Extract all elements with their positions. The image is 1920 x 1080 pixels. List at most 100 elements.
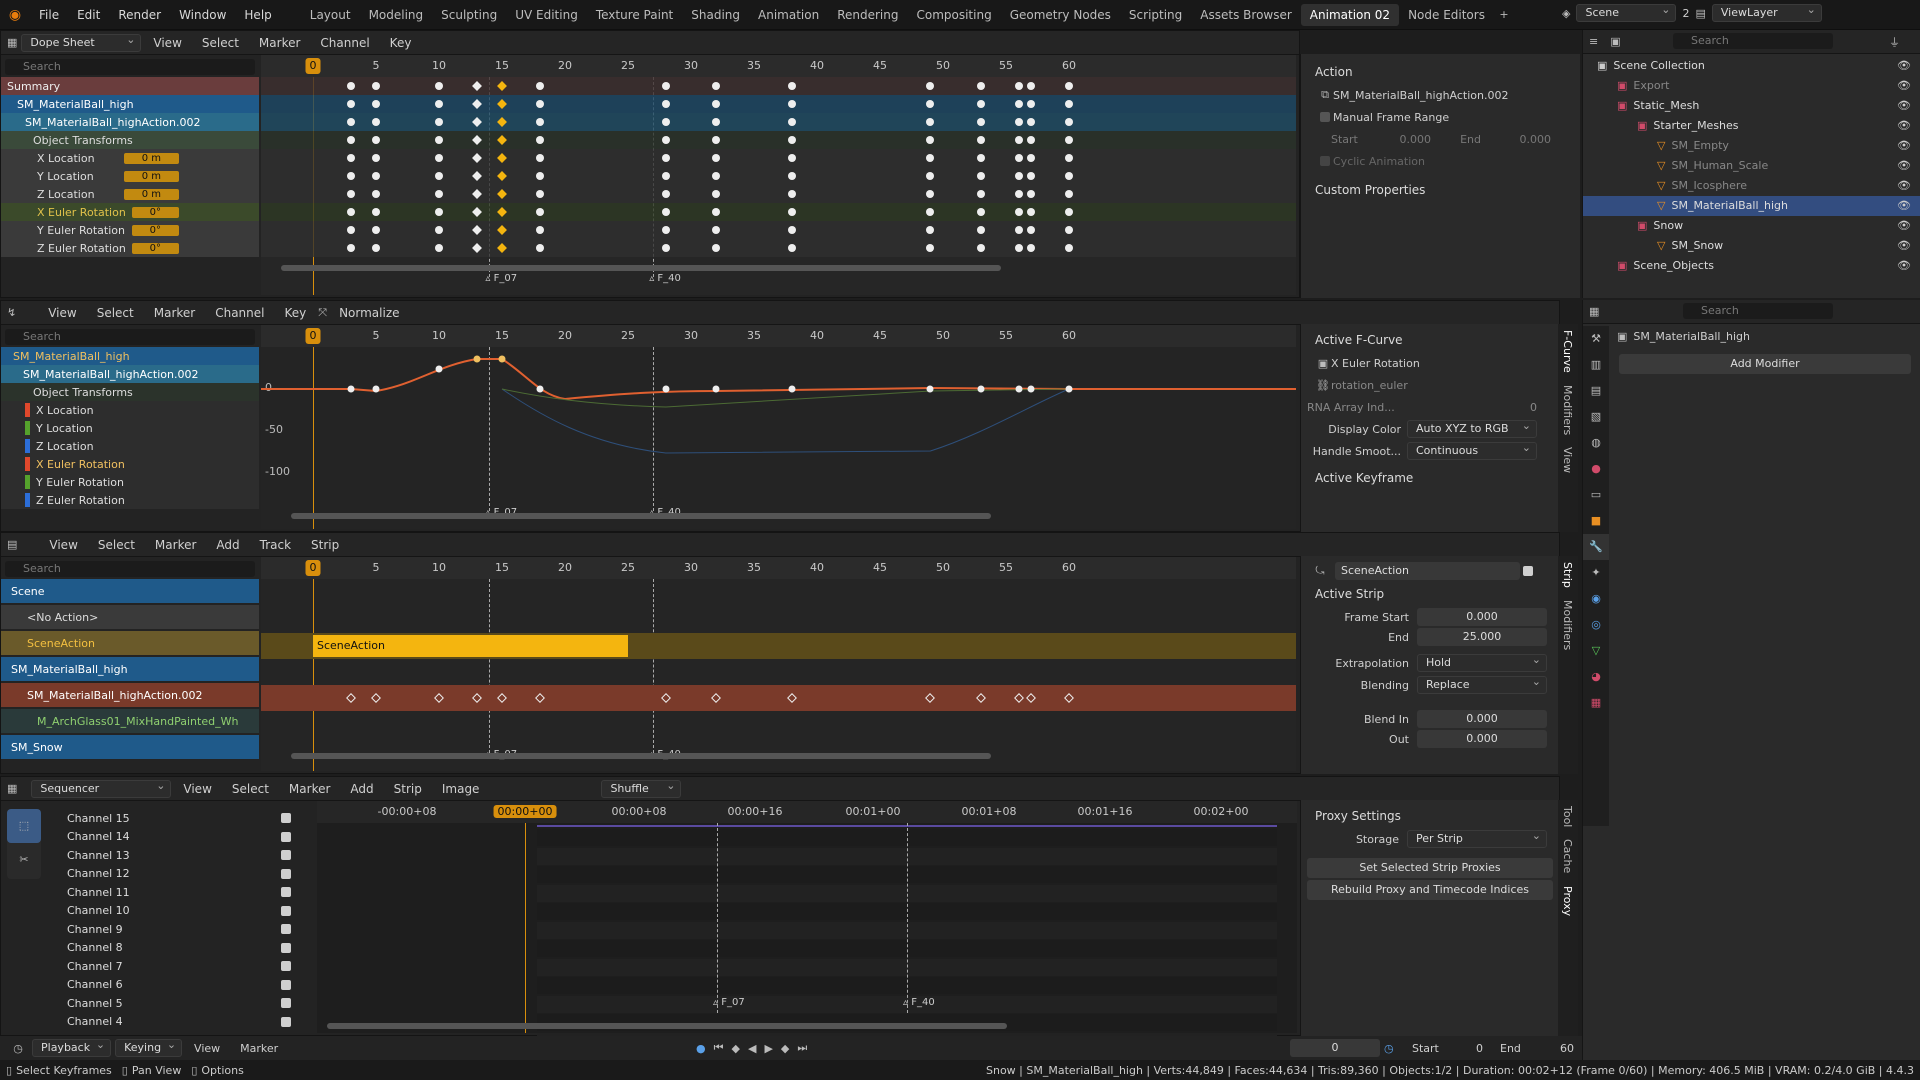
dope-keyframe[interactable] [1014,244,1023,252]
action-name[interactable]: SM_MaterialBall_highAction.002 [1333,89,1508,102]
storage-dropdown[interactable]: Per Strip [1407,828,1547,848]
nla-menu-track[interactable]: Track [252,538,299,552]
seq-menu-image[interactable]: Image [434,782,488,796]
dope-keyframe[interactable] [346,100,355,108]
visibility-eye-icon[interactable]: 👁 [1897,56,1911,76]
seq-channel-mute-checkbox[interactable] [281,1016,291,1027]
graph-menu-select[interactable]: Select [89,306,142,320]
seq-channel-mute-checkbox[interactable] [281,979,291,990]
dope-keyframe[interactable] [1014,100,1023,108]
select-tool-icon[interactable]: ⬚ [7,809,41,843]
dope-menu-channel[interactable]: Channel [312,36,377,50]
object-tab-icon[interactable]: ■ [1583,508,1609,534]
dope-keyframe[interactable] [1027,244,1036,252]
tab-tool[interactable]: Tool [1558,800,1577,833]
active-keyframe-section[interactable]: Active Keyframe [1307,466,1556,490]
fcurve-keyframe[interactable] [347,385,355,393]
x-euler-rotation-curve[interactable] [261,358,1296,401]
tweak-mode-icon[interactable]: ⤿ [1311,564,1329,578]
blend-in-field[interactable]: 0.000 [1417,710,1547,728]
physics-tab-icon[interactable]: ◉ [1583,586,1609,612]
seq-channel-row[interactable]: Channel 4 [61,1013,311,1031]
current-frame-field[interactable]: 0 [1290,1039,1380,1057]
dope-keyframe[interactable] [1014,208,1023,216]
dope-keyframe[interactable] [787,82,796,90]
blender-logo-icon[interactable]: ◉ [0,7,30,23]
dope-keyframe[interactable] [346,244,355,252]
next-keyframe-icon[interactable]: ◆ [781,1042,789,1055]
dope-keyframe[interactable] [787,136,796,144]
tab-strip-modifiers[interactable]: Modifiers [1558,594,1577,656]
tab-modeling[interactable]: Modeling [360,4,433,26]
dope-keyframe[interactable] [661,100,670,108]
dope-keyframe[interactable] [372,100,380,108]
marker-label[interactable]: ▵ F_07 [485,273,517,284]
timeline-menu-view[interactable]: View [186,1042,228,1055]
extrapolation-dropdown[interactable]: Hold [1417,652,1547,672]
dope-keyframe[interactable] [372,136,380,144]
dope-keyframe[interactable] [535,136,544,144]
dope-keyframe[interactable] [1027,154,1036,162]
outliner-type-icon[interactable]: ≡ [1589,35,1598,48]
graph-channel-row[interactable]: SM_MaterialBall_high [1,347,259,365]
jump-start-icon[interactable]: ⏮ [714,1041,724,1055]
dope-keyframe[interactable] [1027,82,1036,90]
dope-keyframe[interactable] [372,244,380,252]
outliner-row[interactable]: ▣ Scene_Objects 👁 [1583,256,1920,276]
visibility-eye-icon[interactable]: 👁 [1897,116,1911,136]
nla-editor-type-icon[interactable]: ▤ [7,538,17,551]
handle-smoothing-dropdown[interactable]: Continuous Accele... [1407,442,1537,460]
tab-layout[interactable]: Layout [301,4,360,26]
dope-keyframe[interactable] [1065,226,1073,234]
nla-menu-strip[interactable]: Strip [303,538,347,552]
dope-keyframe[interactable] [535,172,544,180]
dope-keyframe[interactable] [535,100,544,108]
dope-channel-row[interactable]: Z Euler Rotation 0° [1,239,259,257]
dope-keyframe[interactable] [712,100,721,108]
dope-keyframe[interactable] [712,190,721,198]
fcurve-keyframe[interactable] [536,385,544,393]
seq-menu-strip[interactable]: Strip [386,782,430,796]
tab-fcurve[interactable]: F-Curve [1558,324,1577,379]
tab-rendering[interactable]: Rendering [828,4,907,26]
properties-search-input[interactable]: Search [1683,303,1833,319]
dope-channel-value[interactable]: 0° [131,224,179,236]
dope-keyframe[interactable] [535,208,544,216]
nla-track-row[interactable]: SceneAction [1,631,259,655]
fcurve-keyframe[interactable] [1015,385,1023,393]
dope-channel-value[interactable]: 0° [131,206,179,218]
active-strip-title[interactable]: Active Strip [1307,582,1556,606]
action-end-field[interactable]: 0.000 [1481,133,1552,146]
graph-plot[interactable]: 510152025303540455055600▵ F_07▵ F_400-50… [261,325,1296,529]
action-start-field[interactable]: 0.000 [1371,133,1432,146]
seq-channel-row[interactable]: Channel 15 [61,809,311,827]
seq-channel-mute-checkbox[interactable] [281,887,291,897]
scene-selector[interactable]: Scene [1576,2,1677,22]
outliner-row[interactable]: ▽ SM_Icosphere 👁 [1583,176,1920,196]
proxy-settings-title[interactable]: Proxy Settings [1307,804,1556,828]
dope-keyframe[interactable] [372,226,380,234]
dope-keyframe[interactable] [926,172,935,180]
dope-keyframe[interactable] [926,190,935,198]
dope-channel-row[interactable]: SM_MaterialBall_highAction.002 [1,113,259,131]
frame-start-field[interactable]: 0.000 [1417,608,1547,626]
seq-channel-mute-checkbox[interactable] [281,961,291,971]
dope-menu-marker[interactable]: Marker [251,36,308,50]
render-tab-icon[interactable]: ▥ [1583,352,1609,378]
fcurve-keyframe[interactable] [712,385,720,393]
dope-keyframe[interactable] [661,190,670,198]
fcurve-name[interactable]: X Euler Rotation [1331,357,1420,370]
timeline-ruler[interactable] [261,55,1296,77]
blade-tool-icon[interactable]: ✂ [7,843,41,877]
tab-scripting[interactable]: Scripting [1120,4,1191,26]
seq-marker-label[interactable]: ▵ F_40 [903,997,935,1008]
seq-menu-select[interactable]: Select [224,782,277,796]
nla-track-row[interactable]: Scene [1,579,259,603]
dope-keyframe[interactable] [1065,136,1073,144]
tab-modifiers[interactable]: Modifiers [1558,379,1577,441]
dope-keyframe[interactable] [787,190,796,198]
view-layer-selector[interactable]: ViewLayer [1711,2,1822,22]
dope-keyframe[interactable] [435,172,443,180]
display-color-dropdown[interactable]: Auto XYZ to RGB [1407,418,1537,438]
dope-keyframe[interactable] [1027,136,1036,144]
